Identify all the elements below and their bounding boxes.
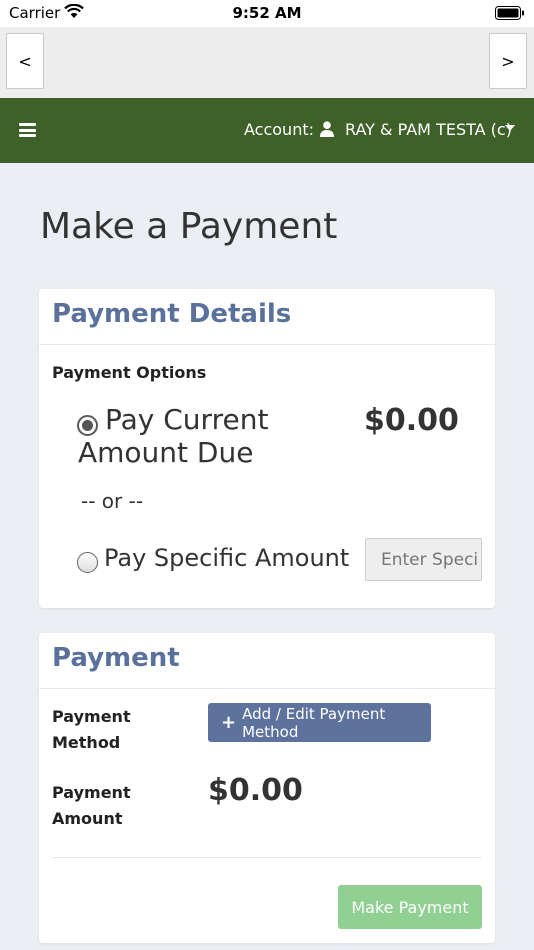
forward-button[interactable]: >	[489, 33, 527, 89]
add-edit-payment-method-button[interactable]: + Add / Edit Payment Method	[208, 703, 431, 742]
make-payment-button[interactable]: Make Payment	[338, 885, 482, 929]
specific-amount-input[interactable]	[365, 538, 482, 581]
pay-current-radio[interactable]	[77, 415, 98, 436]
caret-down-icon[interactable]	[505, 125, 515, 131]
hamburger-icon[interactable]	[19, 123, 36, 137]
payment-details-card: Payment Details Payment Options Pay Curr…	[39, 289, 495, 608]
payment-header: Payment	[39, 633, 495, 689]
user-icon[interactable]	[320, 121, 334, 141]
payment-card: Payment Payment Method + Add / Edit Paym…	[39, 633, 495, 943]
browser-navigation-bar: < >	[0, 27, 534, 97]
page-title: Make a Payment	[40, 206, 338, 247]
back-button[interactable]: <	[6, 33, 44, 89]
plus-icon: +	[221, 712, 237, 733]
payment-method-label: Payment Method	[52, 707, 131, 752]
payment-title: Payment	[52, 643, 180, 673]
divider	[52, 857, 482, 858]
pay-current-label[interactable]: Pay Current Amount Due	[78, 403, 318, 469]
payment-options-label: Payment Options	[52, 363, 207, 382]
pay-specific-radio[interactable]	[77, 552, 98, 573]
pay-specific-label[interactable]: Pay Specific Amount	[104, 544, 349, 572]
app-top-nav: Account: RAY & PAM TESTA (c)	[0, 98, 534, 163]
payment-amount-value: $0.00	[208, 773, 303, 808]
payment-amount-label: Payment Amount	[52, 783, 131, 828]
status-bar: Carrier 9:52 AM	[0, 0, 534, 27]
account-label: Account:	[244, 120, 314, 139]
current-amount-due: $0.00	[364, 403, 459, 438]
battery-icon	[495, 6, 525, 25]
or-separator: -- or --	[81, 489, 144, 513]
payment-details-title: Payment Details	[52, 299, 292, 329]
clock: 9:52 AM	[232, 4, 302, 22]
add-edit-payment-method-label: Add / Edit Payment Method	[242, 704, 386, 741]
payment-details-header: Payment Details	[39, 289, 495, 345]
account-selector[interactable]: RAY & PAM TESTA (c)	[345, 120, 512, 139]
